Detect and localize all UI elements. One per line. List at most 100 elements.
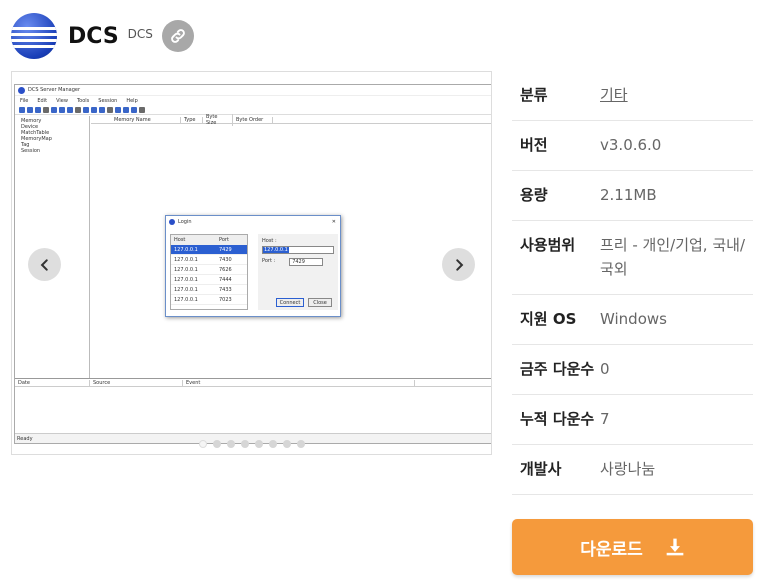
- toolbar-icon: [123, 106, 129, 113]
- info-label: 지원 OS: [520, 310, 577, 328]
- slide-dot[interactable]: [198, 440, 207, 448]
- toolbar-icon: [19, 106, 25, 113]
- menu-item: File: [20, 97, 29, 104]
- window-menubar: File Edit View Tools Session Help: [15, 96, 491, 105]
- toolbar-icon: [115, 106, 121, 113]
- port-label: Port :: [262, 258, 276, 264]
- app-header: DCS DCS: [11, 12, 194, 60]
- toolbar-icon: [131, 106, 137, 113]
- login-row: 127.0.0.1 7433: [171, 285, 247, 295]
- grid-header: Type: [181, 116, 203, 123]
- col-host: Host: [174, 236, 186, 243]
- row-host: 127.0.0.1: [174, 246, 198, 253]
- toolbar-icon: [75, 106, 81, 113]
- toolbar-icon: [91, 106, 97, 113]
- row-host: 127.0.0.1: [174, 296, 198, 303]
- row-port: 7444: [219, 276, 232, 283]
- toolbar-icon: [67, 106, 73, 113]
- host-label: Host :: [262, 238, 277, 244]
- menu-item: Help: [126, 97, 138, 104]
- grid-header: Memory Name: [111, 116, 181, 123]
- window-title: DCS Server Manager: [28, 87, 81, 93]
- info-row: 누적 다운수 7: [512, 395, 753, 445]
- download-label: 다운로드: [580, 539, 643, 560]
- toolbar-icon: [139, 106, 145, 113]
- row-port: 7430: [219, 256, 232, 263]
- app-logo-icon: [11, 13, 57, 59]
- info-label: 사용범위: [520, 236, 576, 254]
- toolbar-icon: [59, 106, 65, 113]
- slide-dot[interactable]: [268, 440, 277, 448]
- slide-dot[interactable]: [254, 440, 263, 448]
- info-value[interactable]: 기타: [600, 83, 753, 107]
- login-row: 127.0.0.1 7023: [171, 295, 247, 305]
- log-header: Event: [183, 379, 415, 386]
- grid-header: Byte Order: [233, 116, 273, 123]
- screenshot-window: DCS Server Manager File Edit View Tools Sess…: [14, 84, 491, 444]
- info-value: 프리 - 개인/기업, 국내/국외: [600, 236, 745, 278]
- log-panel: Date Source Event: [15, 378, 491, 433]
- menu-item: Session: [98, 97, 118, 104]
- col-port: Port: [219, 236, 229, 243]
- slide-dot[interactable]: [226, 440, 235, 448]
- next-slide-button[interactable]: [442, 248, 475, 281]
- info-table: 분류 기타버전 v3.0.6.0 용량 2.11MB 사용범위 프리 - 개인/기업, 국내…: [512, 71, 753, 495]
- screenshot-gallery: DCS Server Manager File Edit View Tools Sess…: [11, 71, 492, 455]
- toolbar-icon: [107, 106, 113, 113]
- slide-dot[interactable]: [296, 440, 305, 448]
- info-value: v3.0.6.0: [600, 136, 662, 154]
- chevron-left-icon: [40, 258, 48, 271]
- login-row: 127.0.0.1 7626: [171, 265, 247, 275]
- info-row: 지원 OS Windows: [512, 295, 753, 345]
- grid-header: Byte Size: [203, 113, 233, 126]
- row-host: 127.0.0.1: [174, 266, 198, 273]
- menu-item: Tools: [76, 97, 90, 104]
- window-titlebar: DCS Server Manager: [15, 85, 491, 96]
- info-row: 버전 v3.0.6.0: [512, 121, 753, 171]
- toolbar-icon: [35, 106, 41, 113]
- info-value: Windows: [600, 310, 667, 328]
- row-port: 7429: [219, 246, 232, 253]
- info-label: 용량: [520, 186, 548, 204]
- host-value: 127.0.0.1: [263, 247, 289, 253]
- info-value: 7: [600, 410, 610, 428]
- link-icon: [171, 29, 185, 43]
- row-host: 127.0.0.1: [174, 256, 198, 263]
- info-row: 사용범위 프리 - 개인/기업, 국내/국외: [512, 221, 753, 295]
- login-row: 127.0.0.1 7429: [171, 245, 247, 255]
- toolbar-icon: [99, 106, 105, 113]
- info-label: 금주 다운수: [520, 360, 595, 378]
- app-subtitle: DCS: [127, 27, 153, 41]
- share-link-button[interactable]: [161, 20, 194, 52]
- info-row: 금주 다운수 0: [512, 345, 753, 395]
- row-port: 7433: [219, 286, 232, 293]
- info-row: 분류 기타: [512, 71, 753, 121]
- info-row: 개발사 사랑나눔: [512, 445, 753, 495]
- prev-slide-button[interactable]: [28, 248, 61, 281]
- info-label: 버전: [520, 136, 548, 154]
- toolbar-icon: [51, 106, 57, 113]
- login-title: Login: [178, 219, 192, 225]
- slide-dot[interactable]: [212, 440, 221, 448]
- row-port: 7626: [219, 266, 232, 273]
- tree-item: Session: [21, 148, 41, 154]
- toolbar-icon: [83, 106, 89, 113]
- slide-dot[interactable]: [282, 440, 291, 448]
- login-list: Host Port 127.0.0.1 7429 127.0.0.1 7430 127.0…: [170, 234, 248, 310]
- login-form: Host : 127.0.0.1 Port : 7429 Connect Clos…: [258, 234, 338, 310]
- menu-item: View: [56, 97, 68, 104]
- tree-panel: Memory Device MatchTable MemoryMap Tag Sessio…: [15, 116, 90, 378]
- window-toolbar: [15, 105, 491, 115]
- log-header: Date: [15, 379, 90, 386]
- login-dialog: Login ✕ Host Port 127.0.0.1 7429 127.0.0.1 74…: [165, 215, 341, 317]
- info-value: 2.11MB: [600, 186, 657, 204]
- port-value: 7429: [289, 258, 324, 266]
- info-value: 0: [600, 360, 610, 378]
- slide-dot[interactable]: [240, 440, 249, 448]
- info-row: 용량 2.11MB: [512, 171, 753, 221]
- toolbar-icon: [43, 106, 49, 113]
- info-value: 사랑나눔: [600, 460, 656, 478]
- info-label: 개발사: [520, 460, 562, 478]
- download-button[interactable]: 다운로드: [512, 519, 753, 575]
- close-button: Close: [308, 298, 332, 307]
